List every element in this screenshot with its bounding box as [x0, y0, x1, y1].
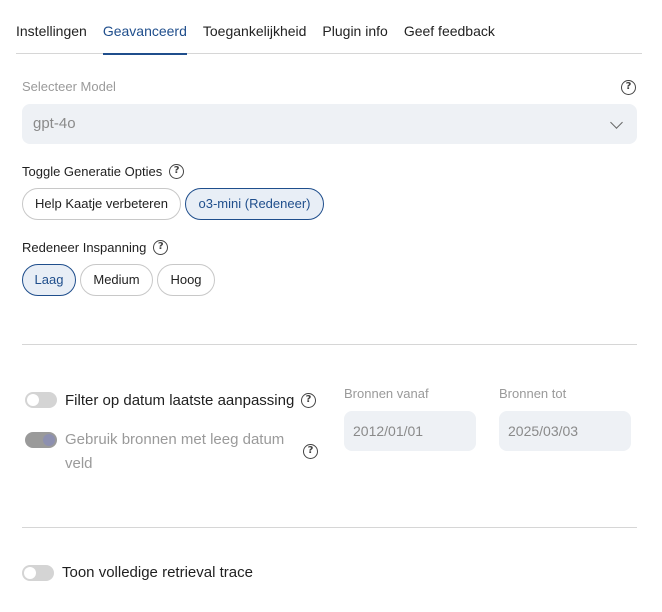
tab-geavanceerd[interactable]: Geavanceerd: [102, 0, 187, 55]
from-date-input[interactable]: 2012/01/01: [344, 411, 476, 451]
tab-toegankelijkheid[interactable]: Toegankelijkheid: [203, 0, 307, 54]
empty-date-label: Gebruik bronnen met leeg datum veld: [65, 431, 285, 472]
model-select-value: gpt-4o: [33, 115, 76, 132]
effort-laag[interactable]: Laag: [22, 264, 76, 296]
toggle-knob: [27, 394, 39, 406]
question-circle-icon[interactable]: ?: [301, 393, 316, 408]
tab-geef-feedback[interactable]: Geef feedback: [404, 0, 495, 54]
to-date-input[interactable]: 2025/03/03: [499, 411, 631, 451]
tab-bar: Instellingen Geavanceerd Toegankelijkhei…: [16, 0, 642, 55]
model-select-label: Selecteer Model: [22, 79, 116, 94]
to-date-label: Bronnen tot: [499, 386, 567, 401]
question-circle-icon[interactable]: ?: [169, 164, 185, 179]
chevron-down-icon: [610, 116, 623, 129]
option-o3-mini-redeneer[interactable]: o3-mini (Redeneer): [185, 188, 324, 220]
divider: [22, 344, 637, 345]
model-select[interactable]: gpt-4o: [22, 104, 637, 144]
effort-hoog[interactable]: Hoog: [157, 264, 215, 296]
question-circle-icon[interactable]: ?: [303, 444, 318, 459]
toggle-knob: [43, 434, 55, 446]
from-date-label: Bronnen vanaf: [344, 386, 429, 401]
reasoning-effort-label: Redeneer Inspanning ?: [22, 240, 169, 255]
reasoning-effort-title: Redeneer Inspanning: [22, 240, 147, 255]
tab-instellingen[interactable]: Instellingen: [16, 0, 87, 54]
generation-options-title: Toggle Generatie Opties: [22, 164, 163, 179]
retrieval-trace-label: Toon volledige retrieval trace: [62, 564, 253, 581]
question-circle-icon[interactable]: ?: [621, 80, 636, 95]
option-help-kaatje-verbeteren[interactable]: Help Kaatje verbeteren: [22, 188, 181, 220]
generation-options-label: Toggle Generatie Opties ?: [22, 164, 185, 179]
empty-date-toggle[interactable]: [25, 432, 57, 448]
tab-plugin-info[interactable]: Plugin info: [322, 0, 387, 54]
divider: [22, 527, 637, 528]
date-filter-toggle[interactable]: [25, 392, 57, 408]
retrieval-trace-toggle[interactable]: [22, 565, 54, 581]
date-filter-label: Filter op datum laatste aanpassing: [65, 392, 295, 409]
effort-medium[interactable]: Medium: [80, 264, 153, 296]
question-circle-icon[interactable]: ?: [153, 240, 169, 255]
toggle-knob: [24, 567, 36, 579]
